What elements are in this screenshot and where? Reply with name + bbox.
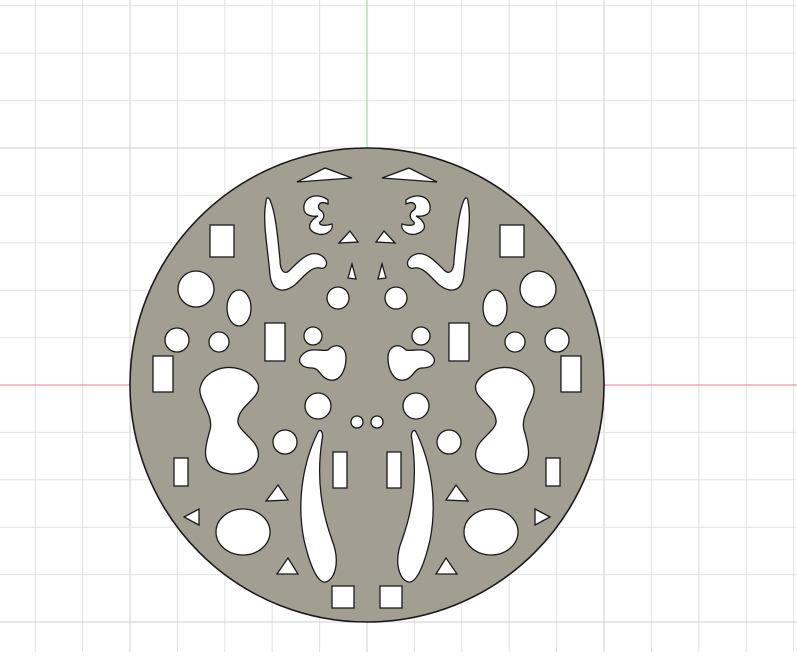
cutout-rect (264, 322, 286, 362)
cutout-rect (331, 585, 355, 609)
cutout-circle (164, 327, 190, 353)
plate-part[interactable] (129, 147, 605, 623)
cutout-circle (177, 270, 215, 308)
cutout-rect (332, 451, 348, 489)
cutout-rect (209, 224, 235, 258)
cutout-circle (350, 415, 364, 429)
cutout-rect (152, 355, 174, 393)
cutout-ellipse (226, 289, 252, 327)
viewport-canvas[interactable] (0, 0, 797, 652)
cutout-ellipse (215, 508, 271, 556)
cutout-circle (304, 392, 332, 420)
cad-viewport[interactable] (0, 0, 797, 652)
cutout-circle (303, 326, 323, 346)
cutout-circle (272, 429, 298, 455)
cutout-circle (208, 331, 230, 353)
cutout-rect (173, 457, 189, 487)
cutout-circle (326, 286, 350, 310)
